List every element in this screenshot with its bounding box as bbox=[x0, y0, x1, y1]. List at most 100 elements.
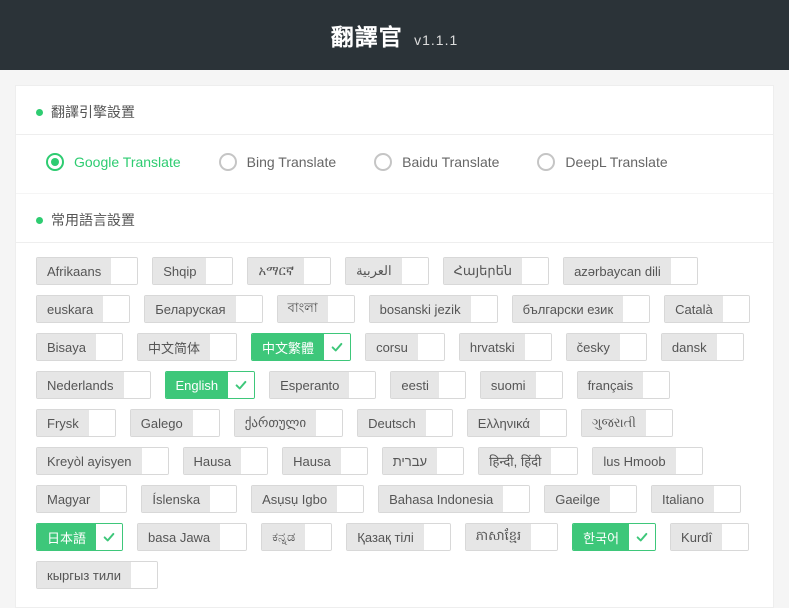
language-chip[interactable]: dansk bbox=[661, 333, 744, 361]
language-chip-toggle bbox=[714, 486, 740, 512]
language-chip[interactable]: Nederlands bbox=[36, 371, 151, 399]
language-chip[interactable]: العربية bbox=[345, 257, 429, 285]
language-chip-label: dansk bbox=[662, 334, 717, 360]
language-chip[interactable]: Hausa bbox=[282, 447, 368, 475]
radio-circle-icon bbox=[46, 153, 64, 171]
language-chip-toggle bbox=[610, 486, 636, 512]
language-chip-toggle bbox=[220, 524, 246, 550]
language-chip[interactable]: Frysk bbox=[36, 409, 116, 437]
engine-radio-deepl[interactable]: DeepL Translate bbox=[537, 153, 667, 171]
language-chip[interactable]: Հայերեն bbox=[443, 257, 549, 285]
language-chip[interactable]: 中文简体 bbox=[137, 333, 237, 361]
language-chip[interactable]: basa Jawa bbox=[137, 523, 247, 551]
language-chip[interactable]: hrvatski bbox=[459, 333, 552, 361]
language-chip[interactable]: ಕನ್ನಡ bbox=[261, 523, 332, 551]
language-chip-toggle bbox=[676, 448, 702, 474]
engine-radio-label: Baidu Translate bbox=[402, 154, 499, 170]
language-chip-label: lus Hmoob bbox=[593, 448, 675, 474]
language-chip[interactable]: Íslenska bbox=[141, 485, 237, 513]
language-chip-label: Հայերեն bbox=[444, 258, 522, 284]
language-chip[interactable]: Shqip bbox=[152, 257, 233, 285]
language-chip-toggle bbox=[551, 448, 577, 474]
language-chip[interactable]: ქართული bbox=[234, 409, 343, 437]
language-chip[interactable]: corsu bbox=[365, 333, 445, 361]
language-chip-toggle bbox=[623, 296, 649, 322]
engine-radio-bing[interactable]: Bing Translate bbox=[219, 153, 337, 171]
language-chip[interactable]: 日本語 bbox=[36, 523, 123, 551]
language-chip[interactable]: bosanski jezik bbox=[369, 295, 498, 323]
language-chip[interactable]: ગુજરાતી bbox=[581, 409, 673, 437]
language-chip-label: Қазақ тілі bbox=[347, 524, 423, 550]
lang-section-label: 常用語言設置 bbox=[51, 210, 135, 230]
language-chip[interactable]: suomi bbox=[480, 371, 563, 399]
language-chip[interactable]: français bbox=[577, 371, 671, 399]
language-chip-toggle bbox=[124, 372, 150, 398]
language-chip[interactable]: Català bbox=[664, 295, 750, 323]
engine-radio-baidu[interactable]: Baidu Translate bbox=[374, 153, 499, 171]
language-chip[interactable]: Asụsụ Igbo bbox=[251, 485, 364, 513]
language-chip-label: Asụsụ Igbo bbox=[252, 486, 337, 512]
language-chip[interactable]: eesti bbox=[390, 371, 465, 399]
language-chip-toggle bbox=[228, 372, 254, 398]
language-chip-toggle bbox=[89, 410, 115, 436]
language-chip-label: Bisaya bbox=[37, 334, 96, 360]
language-chip[interactable]: Esperanto bbox=[269, 371, 376, 399]
language-chip[interactable]: Kreyòl ayisyen bbox=[36, 447, 169, 475]
language-chip-toggle bbox=[349, 372, 375, 398]
language-chip-label: ಕನ್ನಡ bbox=[262, 524, 305, 550]
language-chip[interactable]: Italiano bbox=[651, 485, 741, 513]
language-chip[interactable]: euskara bbox=[36, 295, 130, 323]
language-chip-toggle bbox=[341, 448, 367, 474]
language-chip[interactable]: Bahasa Indonesia bbox=[378, 485, 530, 513]
language-chip-label: Bahasa Indonesia bbox=[379, 486, 503, 512]
language-chip[interactable]: Deutsch bbox=[357, 409, 453, 437]
language-chip-label: Kreyòl ayisyen bbox=[37, 448, 142, 474]
engine-radio-label: Google Translate bbox=[74, 154, 181, 170]
language-chip-label: ភាសាខ្មែរ bbox=[466, 524, 531, 550]
language-chip-toggle bbox=[531, 524, 557, 550]
language-chip[interactable]: Gaeilge bbox=[544, 485, 637, 513]
language-chip-label: বাংলা bbox=[278, 296, 328, 322]
language-chip[interactable]: Kurdî bbox=[670, 523, 749, 551]
language-chip[interactable]: Galego bbox=[130, 409, 220, 437]
language-chip[interactable]: Magyar bbox=[36, 485, 127, 513]
language-chip-toggle bbox=[723, 296, 749, 322]
language-chip[interactable]: Қазақ тілі bbox=[346, 523, 450, 551]
language-chip[interactable]: Hausa bbox=[183, 447, 269, 475]
app-header: 翻譯官 v1.1.1 bbox=[0, 0, 789, 70]
language-chip-label: 한국어 bbox=[573, 524, 629, 550]
language-chip[interactable]: አማርኛ bbox=[247, 257, 331, 285]
language-chip[interactable]: English bbox=[165, 371, 256, 399]
language-chip[interactable]: ភាសាខ្មែរ bbox=[465, 523, 558, 551]
language-chip[interactable]: Беларуская bbox=[144, 295, 262, 323]
language-chip-toggle bbox=[620, 334, 646, 360]
language-chip[interactable]: 中文繁體 bbox=[251, 333, 351, 361]
language-chip[interactable]: български език bbox=[512, 295, 651, 323]
language-chip[interactable]: 한국어 bbox=[572, 523, 656, 551]
language-chip[interactable]: lus Hmoob bbox=[592, 447, 702, 475]
language-chip-toggle bbox=[426, 410, 452, 436]
language-chip-label: Magyar bbox=[37, 486, 100, 512]
language-chip-toggle bbox=[424, 524, 450, 550]
language-chip-toggle bbox=[142, 448, 168, 474]
language-chip[interactable]: Ελληνικά bbox=[467, 409, 567, 437]
engine-radio-google[interactable]: Google Translate bbox=[46, 153, 181, 171]
language-chip-label: Hausa bbox=[184, 448, 242, 474]
language-chip[interactable]: кыргыз тили bbox=[36, 561, 158, 589]
language-chip[interactable]: Bisaya bbox=[36, 333, 123, 361]
language-chip-label: العربية bbox=[346, 258, 402, 284]
language-chip-label: euskara bbox=[37, 296, 103, 322]
language-chip[interactable]: עברית bbox=[382, 447, 464, 475]
language-chip[interactable]: Afrikaans bbox=[36, 257, 138, 285]
language-chip[interactable]: हिन्दी, हिंदी bbox=[478, 447, 578, 475]
language-chip[interactable]: česky bbox=[566, 333, 647, 361]
language-chip[interactable]: azərbaycan dili bbox=[563, 257, 698, 285]
bullet-icon bbox=[36, 217, 43, 224]
language-grid: Afrikaans Shqip አማርኛ العربية Հայերեն azərbayc… bbox=[16, 242, 773, 607]
language-chip-toggle bbox=[96, 334, 122, 360]
language-chip[interactable]: বাংলা bbox=[277, 295, 355, 323]
language-chip-label: Frysk bbox=[37, 410, 89, 436]
language-chip-label: Kurdî bbox=[671, 524, 722, 550]
language-chip-toggle bbox=[206, 258, 232, 284]
language-chip-label: Беларуская bbox=[145, 296, 235, 322]
